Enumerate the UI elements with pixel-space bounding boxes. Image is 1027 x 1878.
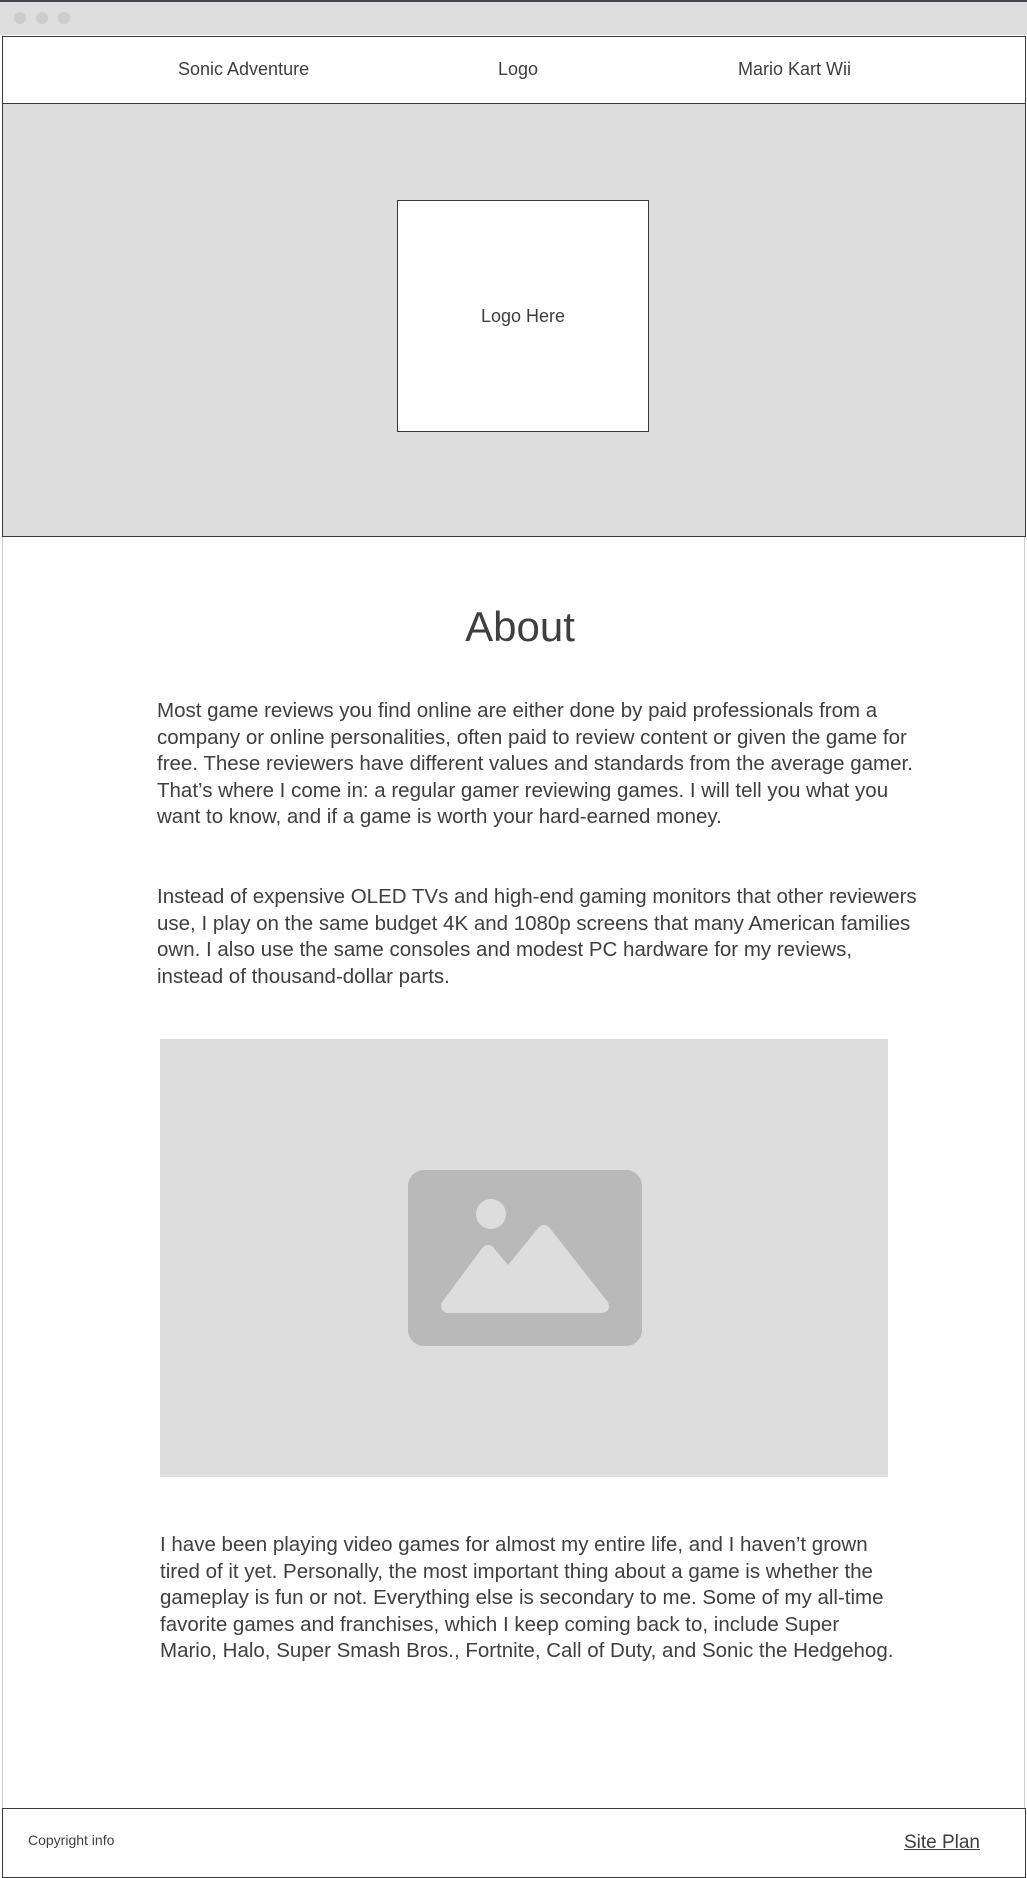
copyright-info: Copyright info xyxy=(28,1832,115,1848)
logo-placeholder-label: Logo Here xyxy=(480,305,566,326)
logo-placeholder: Logo Here xyxy=(397,200,649,432)
page-footer: Copyright info Site Plan xyxy=(2,1808,1026,1878)
about-paragraph-1: Most game reviews you find online are ei… xyxy=(157,699,913,828)
site-plan-link[interactable]: Site Plan xyxy=(904,1832,980,1854)
about-paragraph-3: I have been playing video games for almo… xyxy=(160,1533,894,1662)
window-maximize-dot[interactable] xyxy=(58,12,70,24)
window-titlebar xyxy=(0,0,1027,35)
nav-logo-link[interactable]: Logo xyxy=(498,59,538,80)
hero-banner: Logo Here xyxy=(2,103,1026,537)
window-minimize-dot[interactable] xyxy=(36,12,48,24)
about-paragraph-2: Instead of expensive OLED TVs and high-e… xyxy=(157,885,917,988)
window-close-dot[interactable] xyxy=(14,12,26,24)
image-placeholder-icon xyxy=(408,1170,642,1346)
nav-link-sonic-adventure[interactable]: Sonic Adventure xyxy=(178,59,309,80)
nav-link-mario-kart-wii[interactable]: Mario Kart Wii xyxy=(738,59,851,80)
page-title: About xyxy=(465,603,575,650)
image-placeholder xyxy=(160,1039,888,1477)
top-navigation: Sonic Adventure Logo Mario Kart Wii xyxy=(2,36,1026,104)
